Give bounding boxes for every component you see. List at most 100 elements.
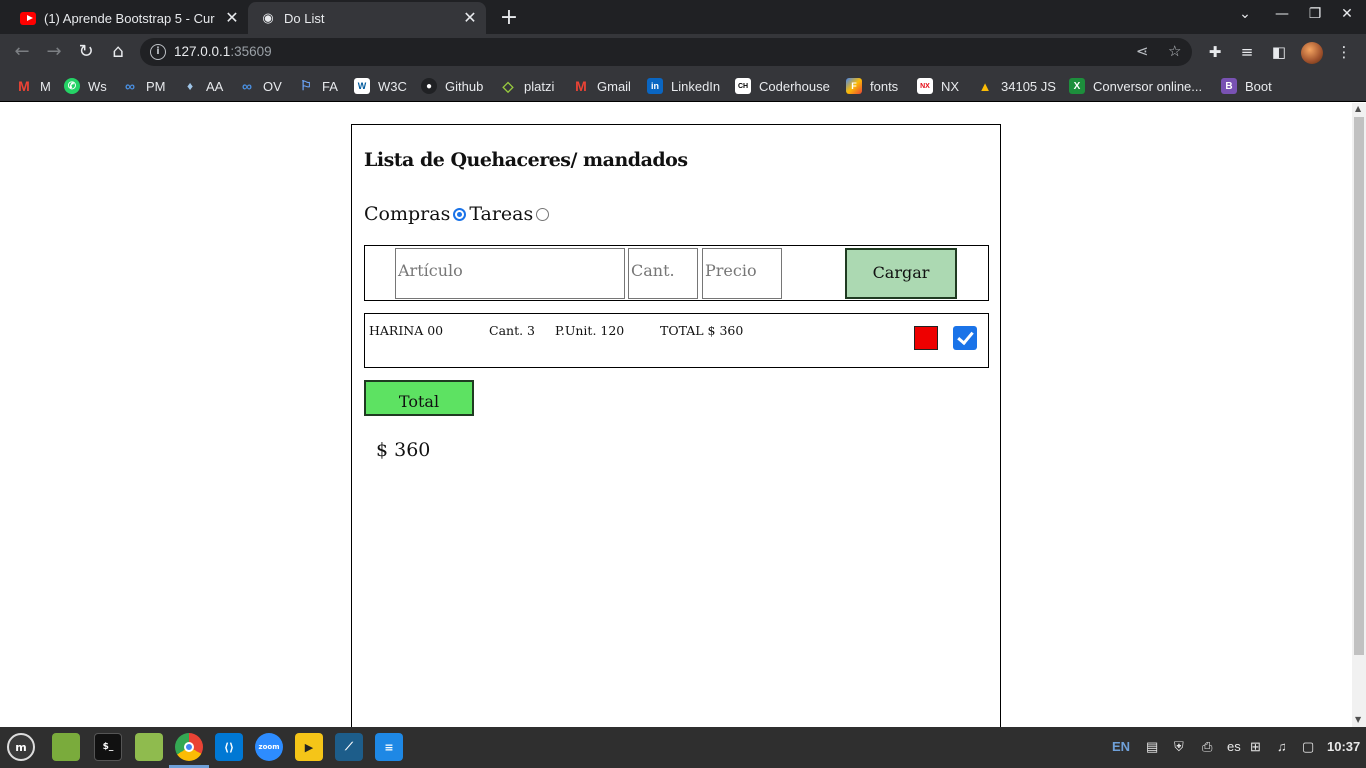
clock[interactable]: 10:37 xyxy=(1327,739,1360,754)
network-icon[interactable]: ⊞ xyxy=(1250,739,1261,755)
restore-button[interactable]: ❐ xyxy=(1305,6,1325,22)
bookmark-w3c[interactable]: W W3C xyxy=(354,77,407,95)
printer-icon[interactable]: ⎙ xyxy=(1202,739,1212,755)
total-value: $ 360 xyxy=(376,439,431,461)
home-icon[interactable]: ⌂ xyxy=(106,40,130,64)
total-button[interactable]: Total xyxy=(364,380,474,416)
broadcast-icon: ◉ xyxy=(262,10,274,25)
todo-container: Lista de Quehaceres/ mandados Compras Ta… xyxy=(351,124,1001,727)
terminal-icon[interactable]: $_ xyxy=(94,733,122,761)
bookmark-gmail[interactable]: M Gmail xyxy=(573,77,631,95)
mint-menu-icon[interactable]: m xyxy=(7,733,35,761)
page-scrollbar[interactable]: ▲ ▼ xyxy=(1352,103,1366,727)
os-taskbar: m $_ ⟨⟩ zoom ▶ ⟋ ≡ EN ▤ ⛨ ⎙ es ⊞ ♫ ▢ 10:… xyxy=(0,727,1366,768)
radio-compras[interactable] xyxy=(453,207,467,221)
clipboard-icon[interactable]: ▢ xyxy=(1302,739,1314,755)
scroll-up-arrow-icon[interactable]: ▲ xyxy=(1355,104,1361,113)
linkedin-icon: in xyxy=(647,78,663,94)
bookmark-conversor[interactable]: X Conversor online... xyxy=(1069,77,1202,95)
infinity-icon: ∞ xyxy=(242,78,252,94)
reading-list-icon[interactable]: ≡ xyxy=(1236,43,1258,61)
bookmark-fonts[interactable]: Ffonts xyxy=(846,77,898,95)
bookmark-pm[interactable]: ∞ PM xyxy=(122,77,166,95)
radio-tareas[interactable] xyxy=(536,207,550,221)
slides-icon[interactable]: ▶ xyxy=(295,733,323,761)
chrome-icon[interactable] xyxy=(169,733,209,768)
bookmarks-bar: MM ✆ Ws ∞ PM ♦ AA ∞ OV ⚐ FA W W3C ● Github ◇ pla… xyxy=(0,70,1366,102)
bookmark-aa[interactable]: ♦ AA xyxy=(182,77,223,95)
w3c-icon: W xyxy=(354,78,370,94)
whatsapp-icon: ✆ xyxy=(64,78,80,94)
bookmark-fa[interactable]: ⚐ FA xyxy=(298,77,338,95)
item-unit-price: P.Unit. 120 xyxy=(555,323,625,338)
bookmark-coderhouse[interactable]: CH Coderhouse xyxy=(735,77,830,95)
articulo-input[interactable]: Artículo xyxy=(395,248,625,299)
close-window-button[interactable]: ✕ xyxy=(1337,6,1357,22)
sound-icon[interactable]: ♫ xyxy=(1277,739,1287,754)
bookmark-34105-js[interactable]: ▲ 34105 JS xyxy=(977,77,1056,95)
menu-icon[interactable]: ⋮ xyxy=(1333,43,1355,61)
infinity-icon: ∞ xyxy=(125,78,135,94)
keyboard-layout[interactable]: EN xyxy=(1112,739,1130,754)
bookmark-platzi[interactable]: ◇ platzi xyxy=(500,77,555,95)
gmail-icon: M xyxy=(18,78,30,94)
vscode-icon[interactable]: ⟨⟩ xyxy=(215,733,243,761)
page-viewport: Lista de Quehaceres/ mandados Compras Ta… xyxy=(0,103,1352,727)
bookmark-boot[interactable]: B Boot xyxy=(1221,77,1272,95)
extensions-icon[interactable]: ✚ xyxy=(1204,43,1226,61)
share-icon[interactable]: ⋖ xyxy=(1136,42,1149,60)
shield-icon[interactable]: ⛨ xyxy=(1174,739,1184,755)
bookmark-star-icon[interactable]: ☆ xyxy=(1168,42,1181,60)
item-total: TOTAL $ 360 xyxy=(660,323,744,338)
files-icon[interactable] xyxy=(135,733,163,761)
new-tab-button[interactable]: + xyxy=(498,5,520,30)
delete-item-button[interactable] xyxy=(914,326,938,350)
cargar-button[interactable]: Cargar xyxy=(845,248,957,299)
zoom-icon[interactable]: zoom xyxy=(255,733,283,761)
tab-title: (1) Aprende Bootstrap 5 - Cur xyxy=(44,10,215,26)
item-quantity: Cant. 3 xyxy=(489,323,535,338)
bookmark-m[interactable]: MM xyxy=(16,77,51,95)
mode-selector: Compras Tareas xyxy=(364,203,552,225)
platzi-icon: ◇ xyxy=(502,77,514,94)
site-info-icon[interactable]: i xyxy=(150,44,166,60)
bookmark-linkedin[interactable]: in LinkedIn xyxy=(647,77,720,95)
seal-icon: ♦ xyxy=(186,79,194,93)
bookmark-ws[interactable]: ✆ Ws xyxy=(64,77,107,95)
close-tab-icon[interactable]: ✕ xyxy=(460,8,480,28)
tab-do-list[interactable]: ◉ Do List ✕ xyxy=(248,2,486,34)
reload-icon[interactable]: ↻ xyxy=(74,40,98,64)
back-icon[interactable]: ← xyxy=(10,40,34,64)
profile-avatar[interactable] xyxy=(1301,42,1323,64)
coderhouse-icon: CH xyxy=(735,78,751,94)
minimize-button[interactable]: — xyxy=(1272,6,1292,22)
tab-aprende-bootstrap[interactable]: (1) Aprende Bootstrap 5 - Cur ✕ xyxy=(8,2,248,34)
storage-icon[interactable]: ▤ xyxy=(1146,739,1158,755)
mysql-workbench-icon[interactable]: ⟋ xyxy=(335,733,363,761)
nx-icon: NX xyxy=(917,78,933,94)
radio-tareas-label: Tareas xyxy=(469,203,534,225)
scroll-down-arrow-icon[interactable]: ▼ xyxy=(1355,715,1361,724)
page-title: Lista de Quehaceres/ mandados xyxy=(364,149,688,171)
tab-search-chevron-icon[interactable]: ⌄ xyxy=(1235,6,1255,22)
input-method[interactable]: es xyxy=(1227,739,1241,754)
radio-compras-label: Compras xyxy=(364,203,451,225)
done-checkbox[interactable] xyxy=(953,326,977,350)
bookmark-ov[interactable]: ∞ OV xyxy=(239,77,282,95)
forward-icon[interactable]: → xyxy=(42,40,66,64)
excel-icon: X xyxy=(1069,78,1085,94)
side-panel-icon[interactable]: ◧ xyxy=(1268,43,1290,61)
drive-icon: ▲ xyxy=(978,78,992,94)
fonts-icon: F xyxy=(846,78,862,94)
text-editor-icon[interactable]: ≡ xyxy=(375,733,403,761)
scrollbar-thumb[interactable] xyxy=(1354,117,1364,655)
close-tab-icon[interactable]: ✕ xyxy=(222,8,242,28)
bookmark-nx[interactable]: NX NX xyxy=(917,77,959,95)
precio-input[interactable]: Precio xyxy=(702,248,782,299)
bookmark-github[interactable]: ● Github xyxy=(421,77,483,95)
cant-input[interactable]: Cant. xyxy=(628,248,698,299)
address-bar[interactable]: i 127.0.0.1:35609 ⋖ ☆ xyxy=(140,38,1192,66)
youtube-icon xyxy=(20,10,36,26)
show-desktop-icon[interactable] xyxy=(52,733,80,761)
bootstrap-icon: B xyxy=(1221,78,1237,94)
